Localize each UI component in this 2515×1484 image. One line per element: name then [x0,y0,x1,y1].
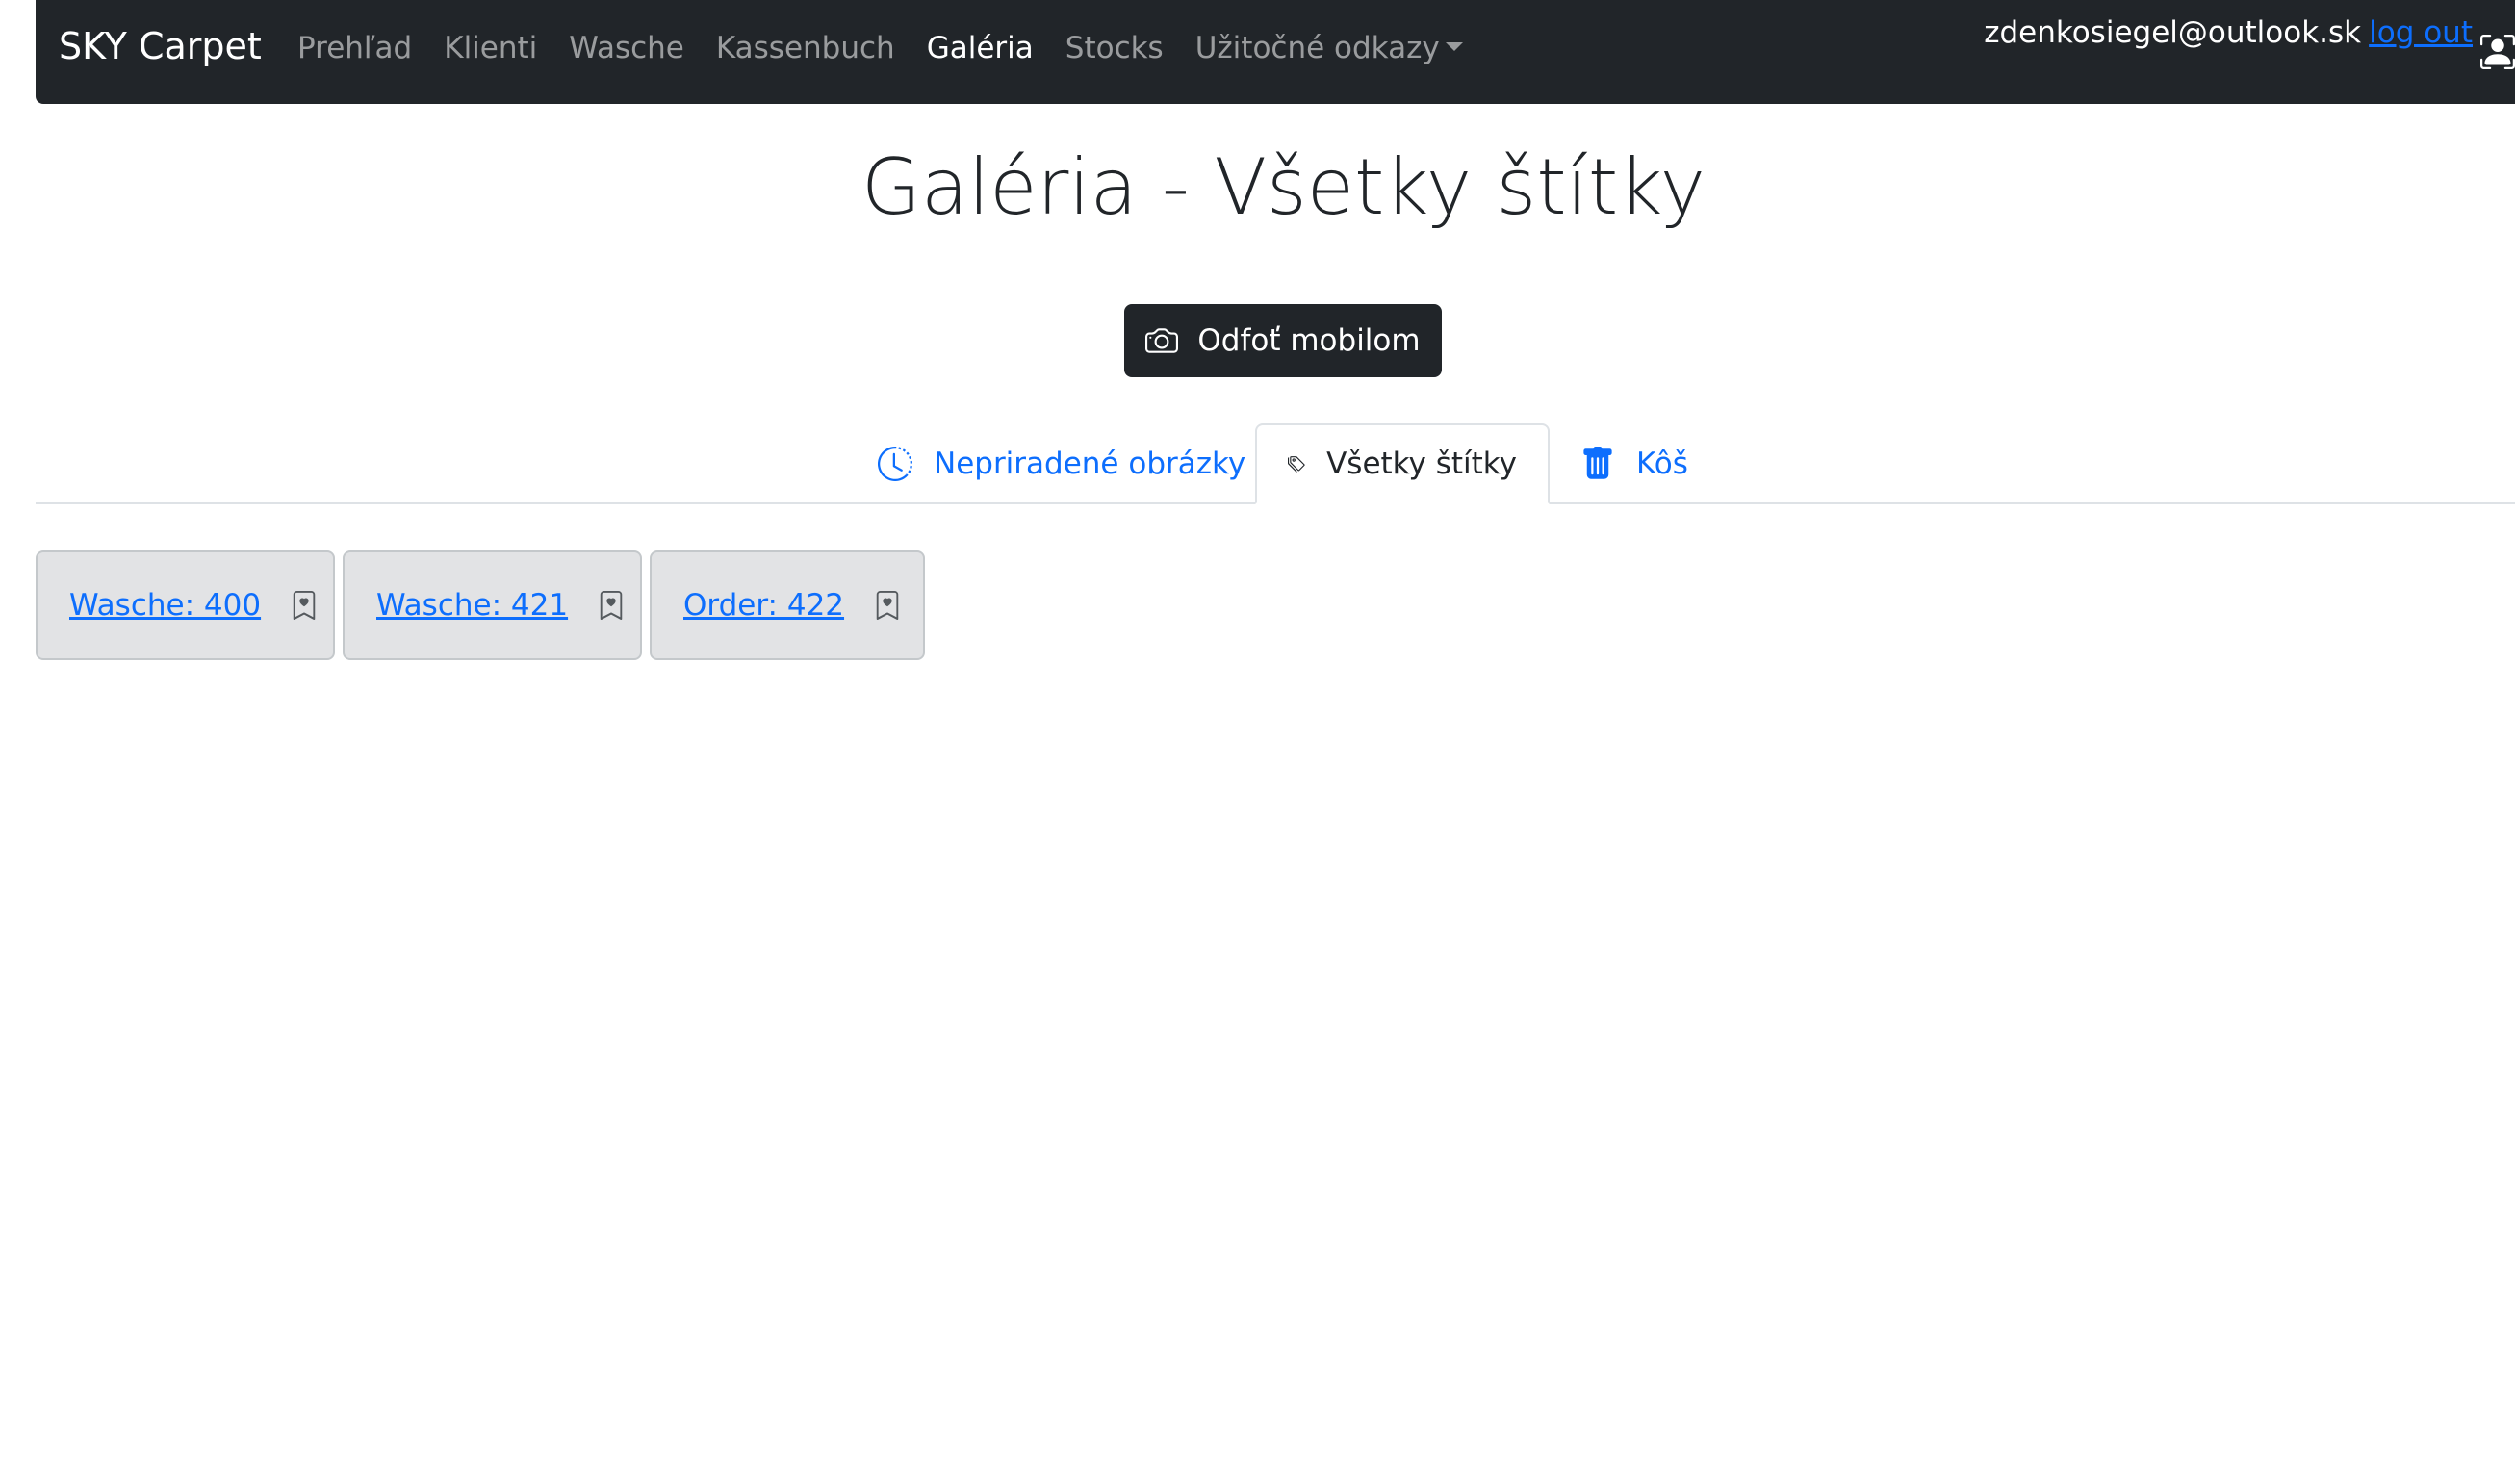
tags-icon [1288,456,1305,473]
nav-item-klienti[interactable]: Klienti [444,31,537,65]
brand-logo[interactable]: SKY Carpet [59,25,262,67]
tag-card: Wasche: 400 [36,550,335,660]
nav-item-uzitocne-odkazy-dropdown[interactable]: Užitočné odkazy [1195,31,1463,65]
user-area: zdenkosiegel@outlook.sk log out [1984,15,2515,69]
tab-label: Nepriradené obrázky [934,447,1246,481]
tab-label: Všetky štítky [1326,447,1517,481]
tag-link[interactable]: Wasche: 421 [376,588,568,623]
tab-vsetky-stitky[interactable]: Všetky štítky [1255,423,1550,504]
page-title: Galéria - Všetky štítky [860,142,1707,232]
nav-dropdown-label: Užitočné odkazy [1194,31,1440,65]
bookmark-icon[interactable] [597,589,626,622]
trash-icon [1583,447,1612,479]
scan-with-mobile-button[interactable]: Odfoť mobilom [1124,304,1442,377]
bookmark-icon[interactable] [290,589,319,622]
bookmark-icon[interactable] [873,589,902,622]
camera-icon [1145,328,1179,353]
tag-link[interactable]: Order: 422 [683,588,844,623]
nav-item-kassenbuch[interactable]: Kassenbuch [716,31,895,65]
nav-item-prehlad[interactable]: Prehľad [297,31,412,65]
scan-button-label: Odfoť mobilom [1197,323,1421,358]
nav-item-stocks[interactable]: Stocks [1065,31,1164,65]
chevron-down-icon [1445,42,1463,51]
nav-links: Prehľad Klienti Wasche Kassenbuch Galéri… [297,31,1463,65]
user-email: zdenkosiegel@outlook.sk [1984,15,2362,50]
top-navbar: SKY Carpet Prehľad Klienti Wasche Kassen… [36,0,2515,104]
nav-item-galeria[interactable]: Galéria [927,31,1034,65]
clock-icon [878,447,912,481]
user-badge-icon[interactable] [2480,35,2515,69]
tab-nepriradene-obrazky[interactable]: Nepriradené obrázky [878,423,1245,504]
logout-link[interactable]: log out [2369,15,2473,50]
tag-card: Order: 422 [650,550,925,660]
tag-card: Wasche: 421 [343,550,642,660]
tab-label: Kôš [1636,447,1688,481]
nav-item-wasche[interactable]: Wasche [569,31,684,65]
tab-kos[interactable]: Kôš [1580,423,1688,504]
tag-link[interactable]: Wasche: 400 [69,588,261,623]
